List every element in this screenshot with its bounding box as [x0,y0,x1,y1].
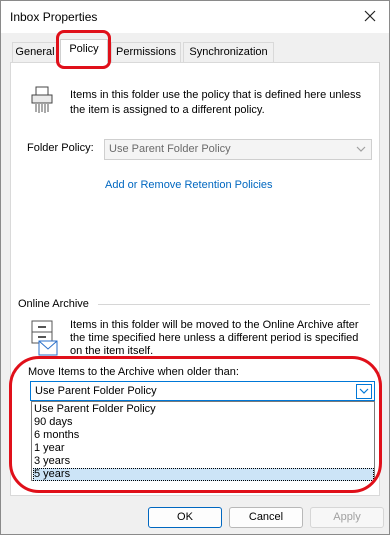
folder-policy-value: Use Parent Folder Policy [109,143,231,155]
apply-button[interactable]: Apply [310,507,384,528]
retention-policies-link[interactable]: Add or Remove Retention Policies [105,179,273,191]
folder-policy-label: Folder Policy: [27,142,94,154]
tab-policy[interactable]: Policy [60,39,108,63]
archive-period-options: Use Parent Folder Policy 90 days 6 month… [31,401,375,481]
option-3-years[interactable]: 3 years [33,455,374,468]
online-archive-label: Online Archive [18,298,89,310]
tab-label: Permissions [116,46,176,58]
option-6-months[interactable]: 6 months [33,429,374,442]
chevron-down-icon[interactable] [356,384,372,399]
folder-policy-select[interactable]: Use Parent Folder Policy [104,139,372,160]
tab-label: Synchronization [189,46,268,58]
policy-description: Items in this folder use the policy that… [70,89,362,116]
cancel-button[interactable]: Cancel [229,507,303,528]
archive-period-value: Use Parent Folder Policy [35,385,157,397]
title-bar: Inbox Properties [1,1,389,33]
option-use-parent[interactable]: Use Parent Folder Policy [33,403,374,416]
window-title: Inbox Properties [10,10,98,24]
shredder-icon [29,85,55,118]
ok-button[interactable]: OK [148,507,222,528]
archive-period-select[interactable]: Use Parent Folder Policy [30,381,375,401]
archive-box-icon [29,319,59,362]
tab-general[interactable]: General [12,42,58,62]
tab-label: General [15,46,55,58]
option-90-days[interactable]: 90 days [33,416,374,429]
option-5-years[interactable]: 5 years [33,468,374,481]
archive-description: Items in this folder will be moved to th… [70,319,359,357]
tab-label: Policy [69,43,99,55]
tab-permissions[interactable]: Permissions [111,42,181,62]
close-icon[interactable] [361,7,379,25]
option-1-year[interactable]: 1 year [33,442,374,455]
move-items-label: Move Items to the Archive when older tha… [28,366,239,378]
group-divider [98,304,370,305]
properties-dialog: Inbox Properties General Policy Permissi… [0,0,390,535]
tab-synchronization[interactable]: Synchronization [183,42,274,62]
chevron-down-icon [355,144,367,157]
